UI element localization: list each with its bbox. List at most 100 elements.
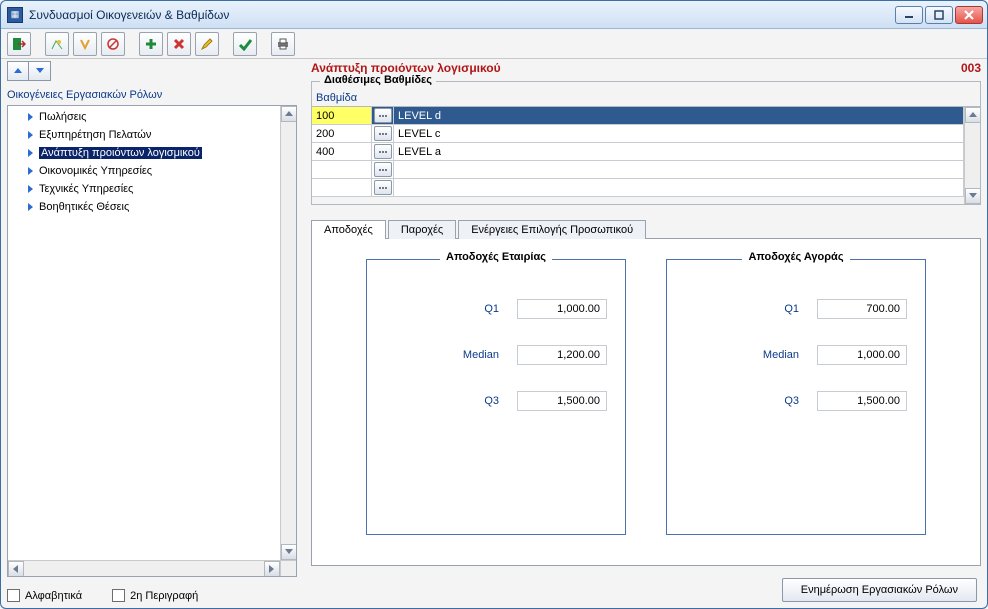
company-median-input[interactable] xyxy=(517,345,607,365)
desc2-checkbox[interactable]: 2η Περιγραφή xyxy=(112,589,198,602)
grid-cell-code[interactable] xyxy=(312,179,372,197)
grid-cell-picker xyxy=(372,161,394,179)
nav-up-button[interactable] xyxy=(7,61,29,81)
lookup-button[interactable] xyxy=(374,126,392,141)
lookup-button[interactable] xyxy=(374,162,392,177)
grid-cell-desc[interactable]: LEVEL c xyxy=(394,125,964,143)
chevron-right-icon xyxy=(28,113,33,121)
close-button[interactable] xyxy=(955,6,983,24)
lookup-button[interactable] xyxy=(374,108,392,123)
grid-cell-code[interactable]: 200 xyxy=(312,125,372,143)
grid-header-level: Βαθμίδα xyxy=(312,90,361,106)
grid-cell-code[interactable]: 100 xyxy=(312,107,372,125)
label-q1-m: Q1 xyxy=(739,303,799,315)
tree-item-label: Εξυπηρέτηση Πελατών xyxy=(39,129,151,141)
edit-icon[interactable] xyxy=(195,32,219,56)
tree-vscrollbar[interactable] xyxy=(280,106,296,560)
tab-strip: Αποδοχές Παροχές Ενέργειες Επιλογής Προσ… xyxy=(311,219,981,239)
tree-item[interactable]: Εξυπηρέτηση Πελατών xyxy=(8,126,280,144)
app-window: ▦ Συνδυασμοί Οικογενειών & Βαθμίδων xyxy=(0,0,988,609)
tree-item[interactable]: Ανάπτυξη προιόντων λογισμικού xyxy=(8,144,280,162)
grid-cell-desc[interactable] xyxy=(394,161,964,179)
scroll-corner xyxy=(280,560,296,576)
confirm-icon[interactable] xyxy=(233,32,257,56)
market-stats-title: Αποδοχές Αγοράς xyxy=(742,251,849,263)
market-q3-input[interactable] xyxy=(817,391,907,411)
tree-item[interactable]: Πωλήσεις xyxy=(8,108,280,126)
lookup-button[interactable] xyxy=(374,144,392,159)
chevron-right-icon xyxy=(28,185,33,193)
label-median: Median xyxy=(439,349,499,361)
grid-row[interactable]: 100 LEVEL d xyxy=(312,107,964,125)
add-icon[interactable] xyxy=(139,32,163,56)
grid-scroll-down-icon[interactable] xyxy=(965,188,981,204)
tree-item-label: Βοηθητικές Θέσεις xyxy=(39,201,129,213)
chevron-right-icon xyxy=(28,131,33,139)
scroll-down-icon[interactable] xyxy=(281,544,297,560)
company-stats-title: Αποδοχές Εταιρίας xyxy=(440,251,552,263)
tab-apodoxes[interactable]: Αποδοχές xyxy=(311,220,386,239)
grid-scroll-up-icon[interactable] xyxy=(965,107,981,123)
grid-cell-picker xyxy=(372,107,394,125)
alpha-checkbox-label: Αλφαβητικά xyxy=(25,590,82,602)
toolbar xyxy=(1,29,987,59)
delete-icon[interactable] xyxy=(167,32,191,56)
company-q1-input[interactable] xyxy=(517,299,607,319)
update-roles-button[interactable]: Ενημέρωση Εργασιακών Ρόλων xyxy=(782,578,977,602)
grid-row[interactable] xyxy=(312,161,964,179)
app-icon: ▦ xyxy=(7,7,23,23)
scroll-up-icon[interactable] xyxy=(281,106,297,122)
market-q1-input[interactable] xyxy=(817,299,907,319)
scroll-right-icon[interactable] xyxy=(264,561,280,577)
nav-buttons xyxy=(7,61,297,81)
grid-cell-picker xyxy=(372,125,394,143)
grid-cell-desc[interactable]: LEVEL a xyxy=(394,143,964,161)
tree-item[interactable]: Τεχνικές Υπηρεσίες xyxy=(8,180,280,198)
window-title: Συνδυασμοί Οικογενειών & Βαθμίδων xyxy=(29,8,895,22)
alpha-checkbox[interactable]: Αλφαβητικά xyxy=(7,589,82,602)
minimize-button[interactable] xyxy=(895,6,923,24)
tree-item-label: Τεχνικές Υπηρεσίες xyxy=(39,183,133,195)
exit-icon[interactable] xyxy=(7,32,31,56)
tree-item[interactable]: Βοηθητικές Θέσεις xyxy=(8,198,280,216)
grid-cell-desc[interactable] xyxy=(394,179,964,197)
grid-row[interactable] xyxy=(312,179,964,197)
grid-row[interactable]: 200 LEVEL c xyxy=(312,125,964,143)
company-stats-group: Αποδοχές Εταιρίας Q1 Median Q3 xyxy=(366,259,626,535)
scroll-left-icon[interactable] xyxy=(8,561,24,577)
tab-paroxes[interactable]: Παροχές xyxy=(388,220,456,239)
lookup-button[interactable] xyxy=(374,180,392,195)
chevron-right-icon xyxy=(28,167,33,175)
selected-family-title: Ανάπτυξη προιόντων λογισμικού xyxy=(311,61,501,75)
grid-row[interactable]: 400 LEVEL a xyxy=(312,143,964,161)
label-median-m: Median xyxy=(739,349,799,361)
grid-cell-picker xyxy=(372,143,394,161)
grid-vscrollbar[interactable] xyxy=(964,107,980,204)
tab-panel-apodoxes: Αποδοχές Εταιρίας Q1 Median Q3 xyxy=(311,239,981,566)
label-q3: Q3 xyxy=(439,395,499,407)
grid-cell-code[interactable]: 400 xyxy=(312,143,372,161)
market-median-input[interactable] xyxy=(817,345,907,365)
titlebar: ▦ Συνδυασμοί Οικογενειών & Βαθμίδων xyxy=(1,1,987,29)
tool-icon-1[interactable] xyxy=(45,32,69,56)
role-family-tree[interactable]: Πωλήσεις Εξυπηρέτηση Πελατών Ανάπτυξη προι… xyxy=(7,105,297,577)
tree-item[interactable]: Οικονομικές Υπηρεσίες xyxy=(8,162,280,180)
print-icon[interactable] xyxy=(271,32,295,56)
tool-icon-3[interactable] xyxy=(101,32,125,56)
chevron-right-icon xyxy=(28,203,33,211)
levels-group: Διαθέσιμες Βαθμίδες Βαθμίδα 100LEVEL d20… xyxy=(311,81,981,205)
levels-grid[interactable]: 100 LEVEL d 200 LEVEL c 400 LEVEL a xyxy=(312,107,964,204)
tree-item-label: Οικονομικές Υπηρεσίες xyxy=(39,165,152,177)
market-stats-group: Αποδοχές Αγοράς Q1 Median Q3 xyxy=(666,259,926,535)
maximize-button[interactable] xyxy=(925,6,953,24)
grid-cell-code[interactable] xyxy=(312,161,372,179)
chevron-right-icon xyxy=(28,149,33,157)
tab-energeies[interactable]: Ενέργειες Επιλογής Προσωπικού xyxy=(458,220,646,239)
nav-down-button[interactable] xyxy=(29,61,51,81)
company-q3-input[interactable] xyxy=(517,391,607,411)
grid-cell-picker xyxy=(372,179,394,197)
grid-cell-desc[interactable]: LEVEL d xyxy=(394,107,964,125)
tree-hscrollbar[interactable] xyxy=(8,560,280,576)
tree-item-label: Ανάπτυξη προιόντων λογισμικού xyxy=(39,147,202,159)
tool-icon-2[interactable] xyxy=(73,32,97,56)
